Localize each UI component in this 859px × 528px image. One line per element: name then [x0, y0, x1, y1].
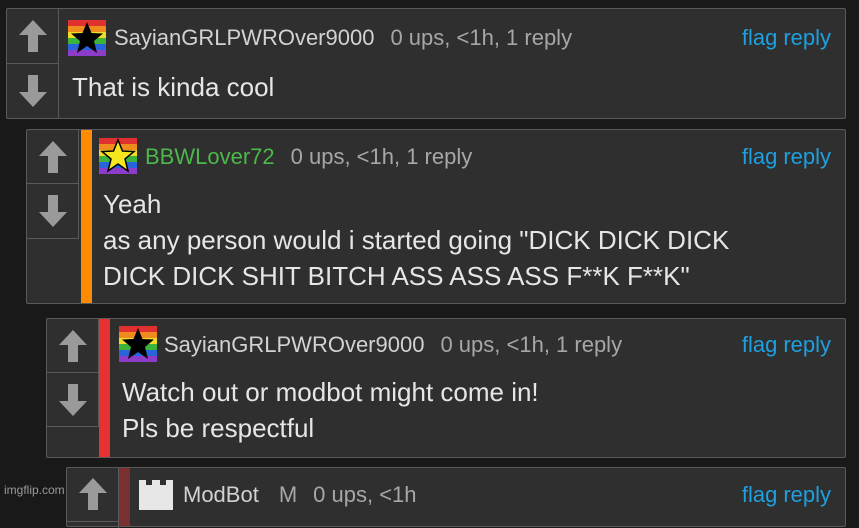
- comment-meta: 0 ups, <1h: [313, 482, 417, 507]
- comment-actions: flag reply: [736, 483, 831, 507]
- castle-icon[interactable]: [137, 474, 175, 510]
- username-link[interactable]: BBWLover72: [145, 144, 275, 169]
- upvote-button[interactable]: [7, 9, 58, 64]
- thread-accent-bar: [81, 130, 92, 303]
- arrow-down-icon: [38, 195, 67, 227]
- comment-body-line: DICK DICK SHIT BITCH ASS ASS ASS F**K F*…: [103, 261, 690, 291]
- comment-body: That is kinda cool: [72, 69, 274, 105]
- arrow-down-icon: [58, 383, 87, 416]
- reply-link[interactable]: reply: [783, 144, 831, 169]
- arrow-up-icon: [38, 140, 67, 173]
- downvote-button[interactable]: [27, 184, 78, 238]
- arrow-up-icon: [18, 20, 47, 52]
- vote-column: [7, 9, 59, 118]
- flag-link[interactable]: flag: [742, 482, 777, 507]
- thread-accent-bar: [99, 319, 110, 457]
- moderator-badge: M: [278, 482, 298, 507]
- downvote-button[interactable]: [47, 373, 98, 426]
- comment-header: SayianGRLPWROver9000 0 ups, <1h, 1 reply: [164, 333, 622, 357]
- comment-header: ModBot M 0 ups, <1h: [183, 483, 417, 507]
- reply-link[interactable]: reply: [783, 332, 831, 357]
- flag-link[interactable]: flag: [742, 332, 777, 357]
- arrow-up-icon: [58, 329, 87, 362]
- comment-actions: flag reply: [736, 145, 831, 169]
- comment-actions: flag reply: [736, 26, 831, 50]
- comment-body: Yeah as any person would i started going…: [103, 186, 729, 294]
- upvote-button[interactable]: [67, 468, 118, 522]
- comment-body-line: Yeah: [103, 189, 162, 219]
- username-link[interactable]: SayianGRLPWROver9000: [164, 332, 424, 357]
- flag-link[interactable]: flag: [742, 144, 777, 169]
- vote-column: [47, 319, 99, 427]
- username-link[interactable]: SayianGRLPWROver9000: [114, 25, 374, 50]
- rainbow-black-star-icon[interactable]: [68, 20, 106, 56]
- vote-column: [67, 468, 119, 528]
- comment-body: Watch out or modbot might come in! Pls b…: [122, 374, 539, 446]
- reply-link[interactable]: reply: [783, 482, 831, 507]
- comment-1: SayianGRLPWROver9000 0 ups, <1h, 1 reply …: [6, 8, 846, 119]
- comment-header: SayianGRLPWROver9000 0 ups, <1h, 1 reply: [114, 26, 572, 50]
- rainbow-yellow-star-icon[interactable]: [99, 138, 137, 174]
- comment-2: BBWLover72 0 ups, <1h, 1 reply flag reply …: [26, 129, 846, 304]
- rainbow-black-star-icon[interactable]: [119, 326, 157, 362]
- comment-body-line: That is kinda cool: [72, 72, 275, 102]
- comment-3: SayianGRLPWROver9000 0 ups, <1h, 1 reply …: [46, 318, 846, 458]
- comment-actions: flag reply: [736, 333, 831, 357]
- comment-header: BBWLover72 0 ups, <1h, 1 reply: [145, 145, 472, 169]
- username-link[interactable]: ModBot: [183, 482, 259, 507]
- comment-meta: 0 ups, <1h, 1 reply: [390, 25, 573, 50]
- upvote-button[interactable]: [27, 130, 78, 184]
- flag-link[interactable]: flag: [742, 25, 777, 50]
- comment-4: ModBot M 0 ups, <1h flag reply: [66, 467, 846, 528]
- imgflip-watermark: imgflip.com: [4, 483, 65, 497]
- comment-body-line: Pls be respectful: [122, 413, 315, 443]
- comment-meta: 0 ups, <1h, 1 reply: [440, 332, 623, 357]
- comment-body-line: as any person would i started going "DIC…: [103, 225, 730, 255]
- upvote-button[interactable]: [47, 319, 98, 373]
- comment-meta: 0 ups, <1h, 1 reply: [290, 144, 473, 169]
- arrow-down-icon: [18, 75, 47, 107]
- thread-accent-bar: [119, 468, 130, 526]
- comment-body-line: Watch out or modbot might come in!: [122, 377, 539, 407]
- reply-link[interactable]: reply: [783, 25, 831, 50]
- vote-column: [27, 130, 79, 239]
- downvote-button[interactable]: [7, 64, 58, 118]
- arrow-up-icon: [78, 478, 107, 510]
